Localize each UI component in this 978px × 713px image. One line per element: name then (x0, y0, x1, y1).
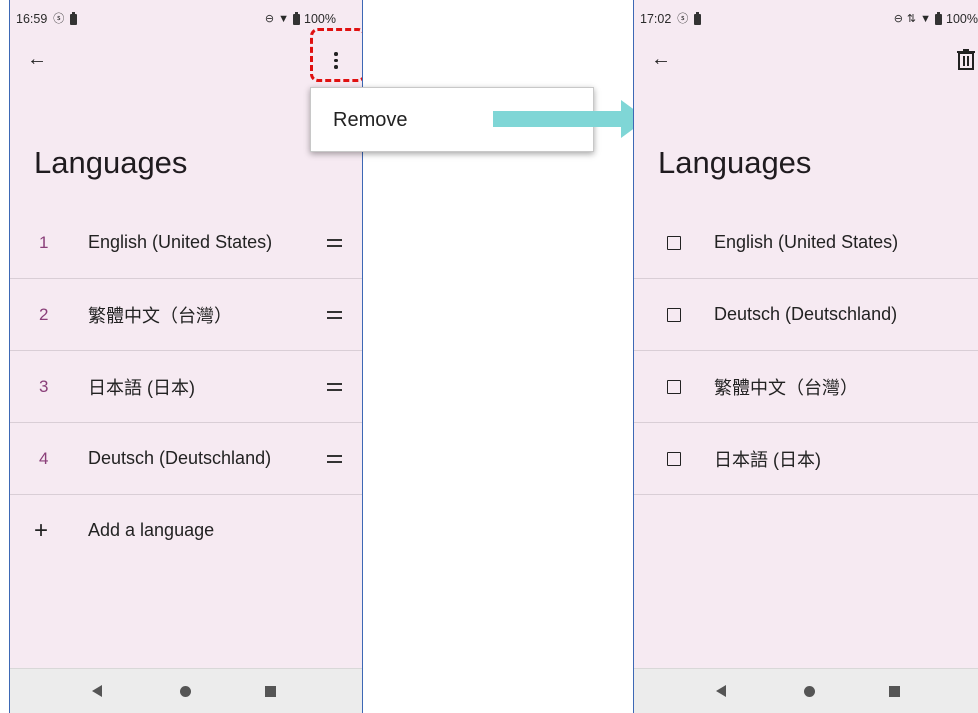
nav-back-icon[interactable] (716, 685, 726, 697)
transition-arrow-icon (493, 100, 647, 138)
language-label: 繁體中文（台灣） (714, 377, 858, 398)
language-checklist: English (United States) Deutsch (Deutsch… (634, 207, 978, 495)
add-language-label: Add a language (88, 520, 215, 540)
status-time: 17:02 (640, 12, 672, 26)
battery-icon (935, 11, 943, 25)
checkbox-icon[interactable] (667, 307, 681, 322)
language-label: 日本語 (日本) (88, 377, 195, 398)
status-bar: 17:02 ⓢ ⊖ ⇅ ▼ 100% (634, 10, 978, 30)
language-row[interactable]: 4 Deutsch (Deutschland) (10, 423, 362, 495)
app-bar: ← (634, 40, 978, 80)
language-label: English (United States) (714, 232, 899, 252)
nav-recents-icon[interactable] (265, 686, 276, 697)
battery-icon (293, 11, 301, 25)
checkbox-icon[interactable] (667, 379, 681, 394)
wifi-icon: ▼ (278, 13, 290, 25)
language-label: 繁體中文（台灣） (88, 305, 232, 326)
nav-back-icon[interactable] (92, 685, 102, 697)
language-list: 1 English (United States) 2 繁體中文（台灣） 3 日… (10, 207, 362, 566)
language-row[interactable]: 繁體中文（台灣） (634, 351, 978, 423)
battery-level: 100% (946, 12, 978, 26)
language-label: English (United States) (88, 232, 273, 252)
language-row[interactable]: 1 English (United States) (10, 207, 362, 279)
data-arrows-icon: ⇅ (906, 13, 917, 25)
language-row[interactable]: Deutsch (Deutschland) (634, 279, 978, 351)
back-arrow-icon[interactable]: ← (648, 46, 674, 72)
status-time: 16:59 (16, 12, 48, 26)
right-phone-screen: 17:02 ⓢ ⊖ ⇅ ▼ 100% ← Languages English (… (633, 0, 978, 713)
nav-home-icon[interactable] (180, 686, 191, 697)
battery-saver-icon (70, 11, 78, 25)
battery-level: 100% (304, 12, 336, 26)
language-row[interactable]: 2 繁體中文（台灣） (10, 279, 362, 351)
drag-handle-icon[interactable] (327, 235, 342, 251)
back-arrow-icon[interactable]: ← (24, 46, 50, 72)
delete-icon[interactable] (954, 46, 978, 72)
menu-item-remove[interactable]: Remove (333, 109, 407, 132)
do-not-disturb-icon: ⊖ (893, 13, 903, 25)
drag-handle-icon[interactable] (327, 379, 342, 395)
do-not-disturb-icon: ⊖ (264, 13, 275, 25)
add-icon: + (34, 516, 49, 544)
checkbox-icon[interactable] (667, 235, 681, 250)
drag-handle-icon[interactable] (327, 451, 342, 467)
navigation-bar (634, 668, 978, 713)
add-language-button[interactable]: + Add a language (10, 495, 362, 566)
language-order: 3 (39, 376, 49, 396)
sync-icon: ⓢ (53, 13, 65, 25)
language-label: Deutsch (Deutschland) (88, 448, 272, 468)
language-label: Deutsch (Deutschland) (714, 304, 898, 324)
language-order: 4 (39, 448, 49, 468)
language-row[interactable]: 日本語 (日本) (634, 423, 978, 495)
language-row[interactable]: 3 日本語 (日本) (10, 351, 362, 423)
checkbox-icon[interactable] (667, 451, 681, 466)
navigation-bar (10, 668, 362, 713)
page-title: Languages (34, 145, 188, 180)
drag-handle-icon[interactable] (327, 307, 342, 323)
wifi-icon: ▼ (920, 13, 932, 25)
battery-saver-icon (694, 11, 702, 25)
language-label: 日本語 (日本) (714, 449, 821, 470)
status-bar: 16:59 ⓢ ⊖ ▼ 100% (10, 10, 362, 30)
nav-recents-icon[interactable] (889, 686, 900, 697)
language-order: 2 (39, 304, 49, 324)
highlight-box (310, 28, 362, 82)
page-title: Languages (658, 145, 812, 180)
nav-home-icon[interactable] (804, 686, 815, 697)
language-row[interactable]: English (United States) (634, 207, 978, 279)
language-order: 1 (39, 232, 49, 252)
sync-icon: ⓢ (677, 13, 689, 25)
